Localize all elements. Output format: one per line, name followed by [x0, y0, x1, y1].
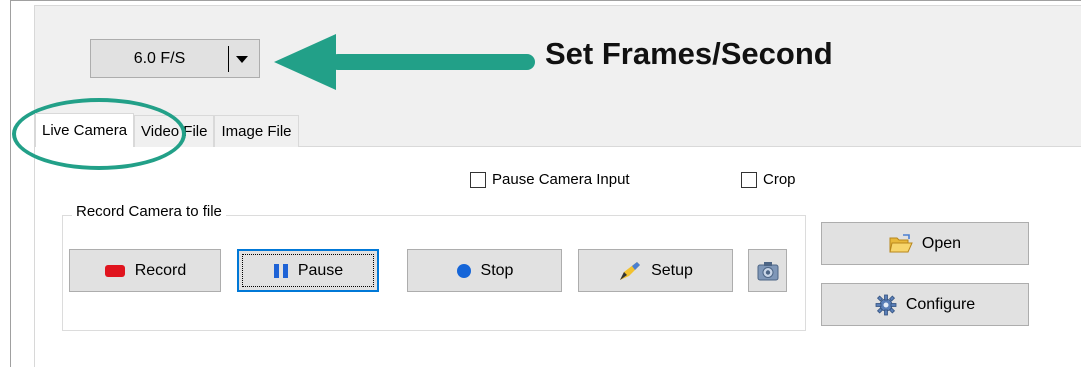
fps-divider — [228, 46, 229, 72]
checkbox-label: Crop — [763, 171, 796, 188]
fps-dropdown[interactable]: 6.0 F/S — [90, 39, 260, 78]
stop-button[interactable]: Stop — [407, 249, 562, 292]
configure-label: Configure — [905, 295, 976, 313]
configure-button[interactable]: Configure — [821, 283, 1029, 326]
open-button[interactable]: Open — [821, 222, 1029, 265]
pause-icon — [273, 263, 288, 278]
gear-icon — [875, 294, 897, 315]
chevron-down-icon[interactable] — [233, 50, 251, 68]
pause-button[interactable]: Pause — [237, 249, 379, 292]
checkbox-box[interactable] — [470, 171, 486, 188]
annotation-arrow — [274, 34, 535, 90]
tab-image-file[interactable]: Image File — [214, 115, 299, 147]
open-label: Open — [921, 234, 962, 252]
record-label: Record — [134, 261, 187, 279]
setup-button[interactable]: Setup — [578, 249, 733, 292]
record-button[interactable]: Record — [69, 249, 221, 292]
record-group-title: Record Camera to file — [72, 203, 226, 220]
setup-label: Setup — [651, 261, 693, 279]
pause-label: Pause — [297, 261, 344, 279]
folder-open-icon — [889, 233, 913, 252]
pause-camera-input-checkbox[interactable]: Pause Camera Input — [470, 171, 630, 188]
annotation-text: Set Frames/Second — [545, 36, 833, 71]
stop-label: Stop — [480, 261, 514, 279]
camera-icon — [757, 261, 778, 280]
checkbox-box[interactable] — [741, 171, 757, 188]
tab-live-camera[interactable]: Live Camera — [35, 113, 135, 147]
snapshot-button[interactable] — [748, 249, 787, 292]
stop-icon — [456, 263, 471, 278]
checkbox-label: Pause Camera Input — [492, 171, 630, 188]
crop-checkbox[interactable]: Crop — [741, 171, 796, 188]
fps-value: 6.0 F/S — [133, 49, 186, 67]
setup-pen-icon — [620, 261, 641, 280]
record-icon — [104, 264, 125, 277]
